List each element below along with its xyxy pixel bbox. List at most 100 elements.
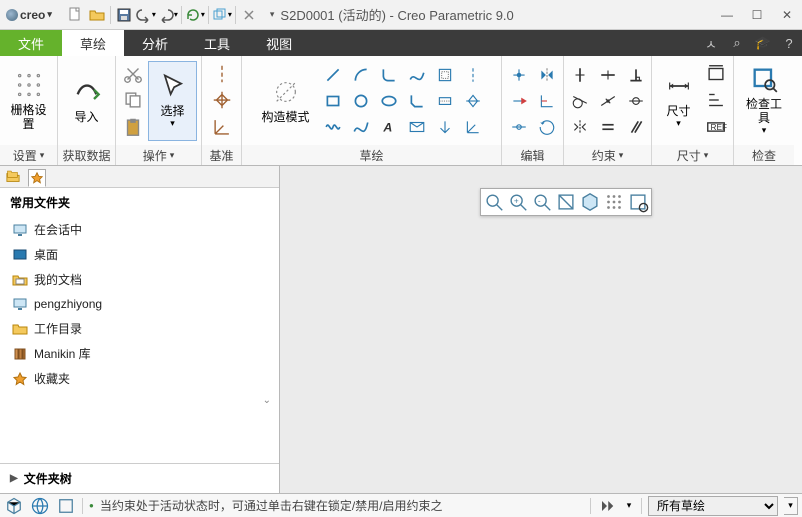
tab-tools[interactable]: 工具 — [186, 30, 248, 56]
spline-icon[interactable] — [404, 63, 430, 87]
cut-icon[interactable] — [122, 63, 144, 85]
baseline-icon[interactable] — [705, 89, 727, 111]
zoom-plus-icon[interactable]: + — [507, 191, 529, 213]
zoom-in-icon[interactable] — [483, 191, 505, 213]
centerline-icon[interactable] — [211, 63, 233, 85]
help-icon[interactable]: ? — [776, 30, 802, 56]
status-3d-icon[interactable] — [4, 496, 24, 516]
undo-icon[interactable]: ▾ — [135, 4, 157, 26]
chamfer-icon[interactable] — [404, 89, 430, 113]
line-icon[interactable] — [320, 63, 346, 87]
import-button[interactable]: 导入 — [62, 61, 111, 141]
ref-dim-icon[interactable]: REF — [705, 116, 727, 138]
svg-text:REF: REF — [710, 123, 727, 132]
delete-seg-icon[interactable] — [506, 89, 532, 113]
rectangle-icon[interactable] — [320, 89, 346, 113]
circle-icon[interactable] — [348, 89, 374, 113]
spline2-icon[interactable] — [348, 115, 374, 139]
save-icon[interactable] — [113, 4, 135, 26]
coord-sys-icon[interactable] — [211, 116, 233, 138]
folder-item[interactable]: 桌面 — [6, 242, 273, 267]
ribbon-collapse-icon[interactable]: ㅅ — [698, 30, 724, 56]
inspect-button[interactable]: 检查工具▾ — [739, 61, 789, 141]
selection-filter[interactable]: 所有草绘 — [648, 496, 778, 516]
rotate-resize-icon[interactable] — [534, 115, 560, 139]
folder-item[interactable]: 我的文档 — [6, 267, 273, 292]
offset-icon[interactable] — [432, 63, 458, 87]
filter-dd-icon[interactable]: ▾ — [784, 497, 798, 515]
refit-icon[interactable] — [555, 191, 577, 213]
paste-icon[interactable] — [122, 116, 144, 138]
nav-tab-folders[interactable] — [4, 168, 22, 186]
tab-view[interactable]: 视图 — [248, 30, 310, 56]
text-icon[interactable]: A — [376, 115, 402, 139]
divide-icon[interactable] — [506, 115, 532, 139]
minimize-button[interactable]: — — [712, 0, 742, 30]
display-style-icon[interactable] — [579, 191, 601, 213]
midpoint-icon[interactable] — [595, 89, 621, 113]
centerline2-icon[interactable] — [460, 63, 486, 87]
project-icon[interactable] — [432, 115, 458, 139]
fillet-icon[interactable] — [376, 63, 402, 87]
new-file-icon[interactable] — [64, 4, 86, 26]
sine-icon[interactable] — [320, 115, 346, 139]
nav-tab-favorites[interactable] — [28, 169, 46, 187]
maximize-button[interactable]: ☐ — [742, 0, 772, 30]
windows-icon[interactable]: ▾ — [211, 4, 233, 26]
inspect-icon — [750, 65, 778, 93]
regenerate-icon[interactable]: ▾ — [184, 4, 206, 26]
tab-analysis[interactable]: 分析 — [124, 30, 186, 56]
symmetric-icon[interactable] — [567, 115, 593, 139]
point-icon[interactable] — [211, 89, 233, 111]
folder-item[interactable]: 在会话中 — [6, 217, 273, 242]
construction-mode-button[interactable]: 构造模式 — [258, 61, 314, 141]
folder-item[interactable]: 收藏夹 — [6, 366, 273, 391]
modify-icon[interactable] — [506, 63, 532, 87]
tangent-icon[interactable] — [567, 89, 593, 113]
vertical-icon[interactable] — [567, 63, 593, 87]
parallel-icon[interactable] — [623, 115, 649, 139]
mirror-icon[interactable] — [534, 63, 560, 87]
datum-display-icon[interactable] — [603, 191, 625, 213]
tab-file[interactable]: 文件 — [0, 30, 62, 56]
tab-sketch[interactable]: 草绘 — [62, 30, 124, 56]
palette-icon[interactable] — [404, 115, 430, 139]
graphics-area[interactable]: + - — [280, 166, 802, 493]
corner-icon[interactable] — [534, 89, 560, 113]
horizontal-icon[interactable] — [595, 63, 621, 87]
docs-icon — [12, 272, 28, 288]
status-box-icon[interactable] — [56, 496, 76, 516]
arc-icon[interactable] — [348, 63, 374, 87]
search-icon[interactable]: ⌕ — [724, 30, 750, 56]
close-button[interactable]: ✕ — [772, 0, 802, 30]
select-button[interactable]: 选择▾ — [148, 61, 197, 141]
folder-tree-toggle[interactable]: ▶文件夹树 — [0, 463, 279, 493]
grid-settings-button[interactable]: 栅格设置 — [4, 61, 53, 141]
coordsys2-icon[interactable] — [460, 115, 486, 139]
equal-icon[interactable] — [595, 115, 621, 139]
status-web-icon[interactable] — [30, 496, 50, 516]
copy-icon[interactable] — [122, 89, 144, 111]
cursor-icon — [159, 72, 187, 100]
zoom-minus-icon[interactable]: - — [531, 191, 553, 213]
thicken-icon[interactable] — [432, 89, 458, 113]
group-label-dim: 尺寸▾ — [652, 145, 733, 165]
find-dd-icon[interactable]: ▾ — [623, 496, 635, 516]
find-icon[interactable] — [597, 496, 617, 516]
folder-item[interactable]: Manikin 库 — [6, 341, 273, 366]
folder-item[interactable]: pengzhiyong — [6, 292, 273, 316]
close-doc-icon[interactable] — [238, 4, 260, 26]
perimeter-icon[interactable] — [705, 63, 727, 85]
construction-icon — [272, 78, 300, 106]
redo-icon[interactable]: ▾ — [157, 4, 179, 26]
dimension-button[interactable]: 尺寸▾ — [657, 61, 701, 141]
learn-icon[interactable]: 🎓 — [750, 30, 776, 56]
folder-item[interactable]: 工作目录 — [6, 316, 273, 341]
coincident-icon[interactable] — [623, 89, 649, 113]
point2-icon[interactable] — [460, 89, 486, 113]
perpendicular-icon[interactable] — [623, 63, 649, 87]
monitor-icon — [12, 222, 28, 238]
sketch-display-icon[interactable] — [627, 191, 649, 213]
open-file-icon[interactable] — [86, 4, 108, 26]
ellipse-icon[interactable] — [376, 89, 402, 113]
